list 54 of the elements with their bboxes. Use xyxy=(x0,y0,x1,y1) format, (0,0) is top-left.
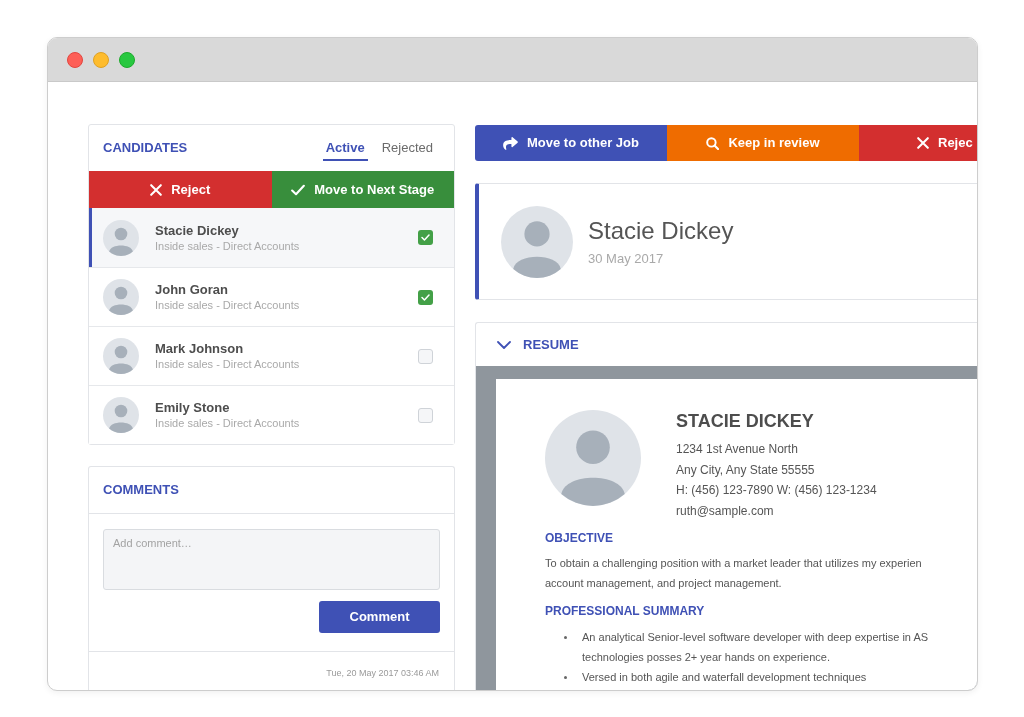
candidate-name: Emily Stone xyxy=(155,399,231,416)
candidate-position: Inside sales - Direct Accounts xyxy=(155,238,301,254)
bullet-icon xyxy=(564,676,567,679)
checkmark-icon xyxy=(421,293,430,301)
contact-line: H: (456) 123-7890 W: (456) 123-1234 xyxy=(676,482,877,499)
zoom-window-icon[interactable] xyxy=(119,51,135,68)
checkbox[interactable] xyxy=(418,407,433,423)
section-heading: OBJECTIVE xyxy=(545,530,613,546)
resume-name: STACIE DICKEY xyxy=(676,410,815,432)
section-heading: PROFESSIONAL SUMMARY xyxy=(545,603,705,619)
comment-timestamp: Tue, 20 May 2017 03:46 AM xyxy=(326,667,439,679)
close-window-icon[interactable] xyxy=(67,51,83,68)
curved-arrow-icon xyxy=(503,136,518,150)
avatar-icon xyxy=(103,397,139,433)
cross-icon xyxy=(150,183,163,196)
candidate-row[interactable]: Stacie Dickey Inside sales - Direct Accounts xyxy=(89,208,454,267)
checkmark-icon xyxy=(291,183,306,196)
reject-button[interactable]: Reject xyxy=(89,171,272,208)
paragraph: To obtain a challenging position with a market leader that utilizes my experien account management, and project management. xyxy=(545,556,922,591)
resume-toggle[interactable]: RESUME xyxy=(476,323,977,366)
comment-field[interactable]: Add comment… xyxy=(103,529,440,590)
candidate-name: Stacie Dickey xyxy=(588,216,734,246)
contact-line: 1234 1st Avenue North xyxy=(676,441,799,458)
avatar-icon xyxy=(103,279,139,315)
candidate-name: Stacie Dickey xyxy=(155,221,240,239)
next-stage-button[interactable]: Move to Next Stage xyxy=(271,171,454,208)
bullet-text: An analytical Senior-level software developer with deep expertise in AS technologies posses 2+ year hands on experience. xyxy=(582,630,929,665)
panel-title: COMMENTS xyxy=(103,481,179,500)
candidate-row[interactable]: Emily Stone Inside sales - Direct Accounts xyxy=(89,385,454,444)
checkbox[interactable] xyxy=(418,348,433,364)
panel-title: CANDIDATES xyxy=(103,139,188,158)
checkbox[interactable] xyxy=(418,230,433,245)
minimize-window-icon[interactable] xyxy=(93,51,109,68)
move-job-button[interactable]: Move to other Job xyxy=(475,125,667,161)
avatar-icon xyxy=(103,219,139,256)
candidate-position: Inside sales - Direct Accounts xyxy=(155,298,301,313)
search-icon xyxy=(706,136,720,150)
comment-button[interactable]: Comment xyxy=(319,601,440,633)
candidate-name: John Goran xyxy=(155,281,229,298)
checkmark-icon xyxy=(421,234,430,241)
checkbox[interactable] xyxy=(418,289,433,305)
candidate-position: Inside sales - Direct Accounts xyxy=(155,357,301,372)
candidate-name: Mark Johnson xyxy=(155,340,245,357)
tab[interactable]: Rejected xyxy=(378,135,436,161)
reject-button[interactable]: Rejec xyxy=(859,125,977,161)
application-date: 30 May 2017 xyxy=(588,250,665,267)
tab[interactable]: Active xyxy=(322,135,368,161)
bullet-icon xyxy=(564,636,567,639)
contact-line: Any City, Any State 55555 xyxy=(676,461,816,479)
contact-line: ruth@sample.com xyxy=(676,502,775,520)
bullet-text: Versed in both agile and waterfall development techniques xyxy=(582,670,867,685)
candidate-position: Inside sales - Direct Accounts xyxy=(155,416,301,431)
avatar-icon xyxy=(103,338,139,374)
cross-icon xyxy=(917,137,929,149)
